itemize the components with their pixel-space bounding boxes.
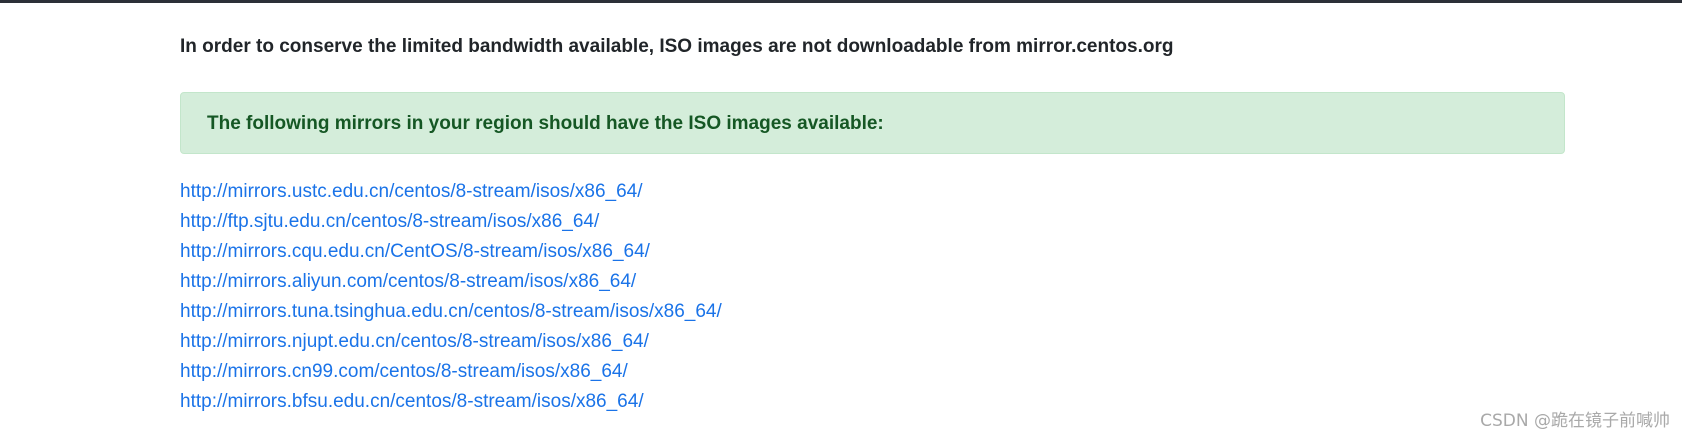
mirror-link-aliyun[interactable]: http://mirrors.aliyun.com/centos/8-strea… [180, 271, 636, 292]
list-item: http://mirrors.njupt.edu.cn/centos/8-str… [180, 327, 722, 357]
mirrors-alert-box: The following mirrors in your region sho… [180, 92, 1565, 154]
list-item: http://mirrors.bfsu.edu.cn/centos/8-stre… [180, 387, 722, 417]
mirror-link-cqu[interactable]: http://mirrors.cqu.edu.cn/CentOS/8-strea… [180, 241, 650, 262]
mirrors-alert-text: The following mirrors in your region sho… [207, 113, 884, 134]
bandwidth-notice: In order to conserve the limited bandwid… [180, 36, 1174, 57]
list-item: http://mirrors.aliyun.com/centos/8-strea… [180, 267, 722, 297]
list-item: http://mirrors.tuna.tsinghua.edu.cn/cent… [180, 297, 722, 327]
mirror-link-njupt[interactable]: http://mirrors.njupt.edu.cn/centos/8-str… [180, 331, 649, 352]
mirror-link-ustc[interactable]: http://mirrors.ustc.edu.cn/centos/8-stre… [180, 181, 643, 202]
top-navbar-edge [0, 0, 1682, 3]
csdn-watermark: CSDN @跪在镜子前喊帅 [1480, 411, 1670, 431]
list-item: http://mirrors.ustc.edu.cn/centos/8-stre… [180, 177, 722, 207]
list-item: http://mirrors.cqu.edu.cn/CentOS/8-strea… [180, 237, 722, 267]
mirror-link-cn99[interactable]: http://mirrors.cn99.com/centos/8-stream/… [180, 361, 628, 382]
mirror-link-sjtu[interactable]: http://ftp.sjtu.edu.cn/centos/8-stream/i… [180, 211, 599, 232]
mirror-link-tuna[interactable]: http://mirrors.tuna.tsinghua.edu.cn/cent… [180, 301, 722, 322]
list-item: http://mirrors.cn99.com/centos/8-stream/… [180, 357, 722, 387]
mirror-link-bfsu[interactable]: http://mirrors.bfsu.edu.cn/centos/8-stre… [180, 391, 644, 412]
list-item: http://ftp.sjtu.edu.cn/centos/8-stream/i… [180, 207, 722, 237]
mirror-list: http://mirrors.ustc.edu.cn/centos/8-stre… [180, 177, 722, 417]
